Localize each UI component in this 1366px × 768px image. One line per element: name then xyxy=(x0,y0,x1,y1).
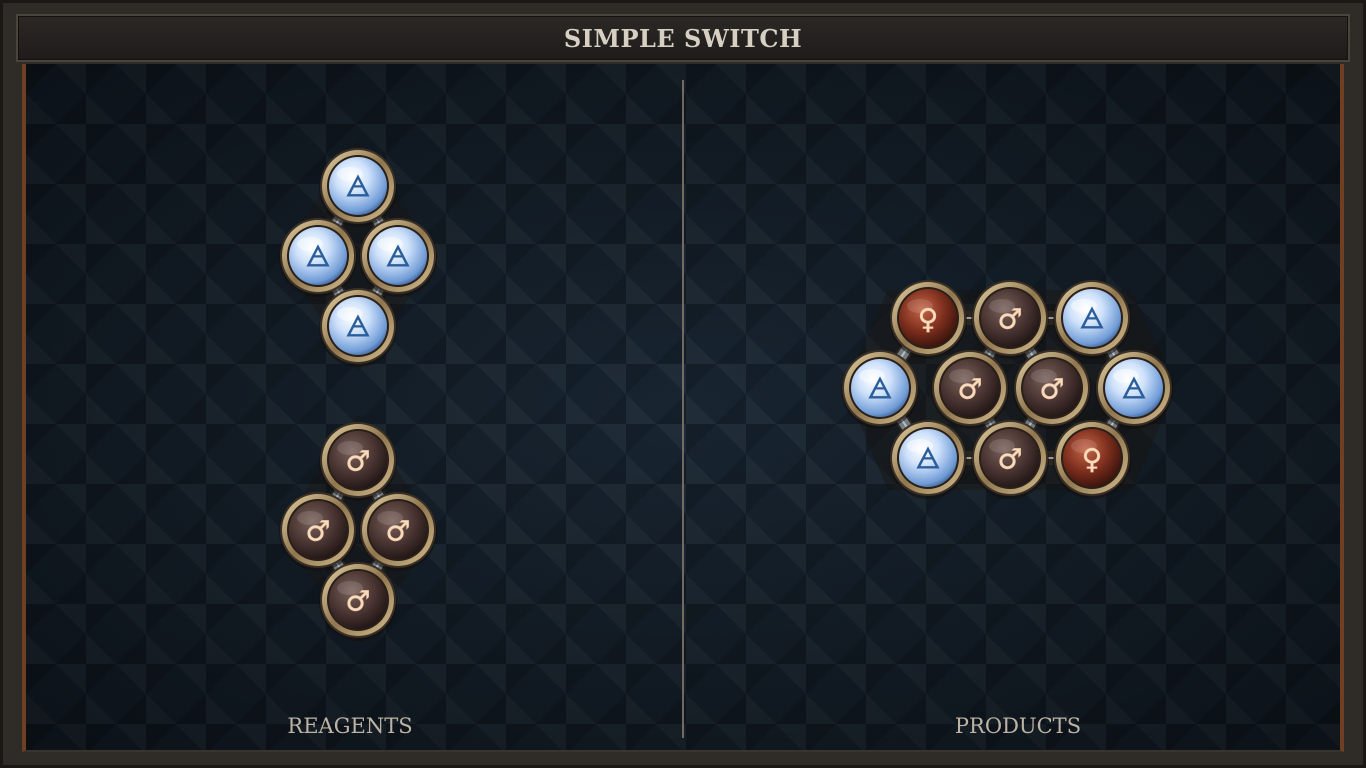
air-atom[interactable]: 🜁 xyxy=(841,350,919,429)
air-symbol: 🜁 xyxy=(1121,372,1147,407)
iron-atom[interactable]: ♂ xyxy=(359,492,437,571)
air-symbol: 🜁 xyxy=(345,310,371,345)
air-atom[interactable]: 🜁 xyxy=(889,420,967,499)
copper-atom[interactable]: ♀ xyxy=(1053,420,1131,499)
air-symbol: 🜁 xyxy=(345,170,371,205)
iron-symbol: ♂ xyxy=(997,303,1022,336)
iron-atom[interactable]: ♂ xyxy=(319,562,397,641)
iron-symbol: ♂ xyxy=(345,445,370,478)
air-symbol: 🜁 xyxy=(1079,302,1105,337)
copper-symbol: ♀ xyxy=(918,303,939,336)
iron-atom[interactable]: ♂ xyxy=(319,422,397,501)
air-symbol: 🜁 xyxy=(305,240,331,275)
iron-symbol: ♂ xyxy=(305,515,330,548)
air-atom[interactable]: 🜁 xyxy=(319,148,397,227)
iron-symbol: ♂ xyxy=(1039,373,1064,406)
iron-atom[interactable]: ♂ xyxy=(971,280,1049,359)
air-atom[interactable]: 🜁 xyxy=(1053,280,1131,359)
iron-symbol: ♂ xyxy=(345,585,370,618)
air-atom[interactable]: 🜁 xyxy=(319,288,397,367)
iron-symbol: ♂ xyxy=(997,443,1022,476)
air-symbol: 🜁 xyxy=(385,240,411,275)
molecule-canvas: 🜁 🜁 🜁 🜁 ♂ ♂ ♂ ♂ ♀ ♂ 🜁 🜁 ♂ ♂ 🜁 🜁 ♂ ♀ xyxy=(278,140,1176,646)
air-symbol: 🜁 xyxy=(915,442,941,477)
air-atom[interactable]: 🜁 xyxy=(359,218,437,297)
air-atom[interactable]: 🜁 xyxy=(1095,350,1173,429)
air-atom[interactable]: 🜁 xyxy=(279,218,357,297)
copper-atom[interactable]: ♀ xyxy=(889,280,967,359)
iron-atom[interactable]: ♂ xyxy=(279,492,357,571)
iron-atom[interactable]: ♂ xyxy=(1013,350,1091,429)
copper-symbol: ♀ xyxy=(1082,443,1103,476)
iron-atom[interactable]: ♂ xyxy=(931,350,1009,429)
iron-symbol: ♂ xyxy=(957,373,982,406)
air-symbol: 🜁 xyxy=(867,372,893,407)
iron-atom[interactable]: ♂ xyxy=(971,420,1049,499)
iron-symbol: ♂ xyxy=(385,515,410,548)
